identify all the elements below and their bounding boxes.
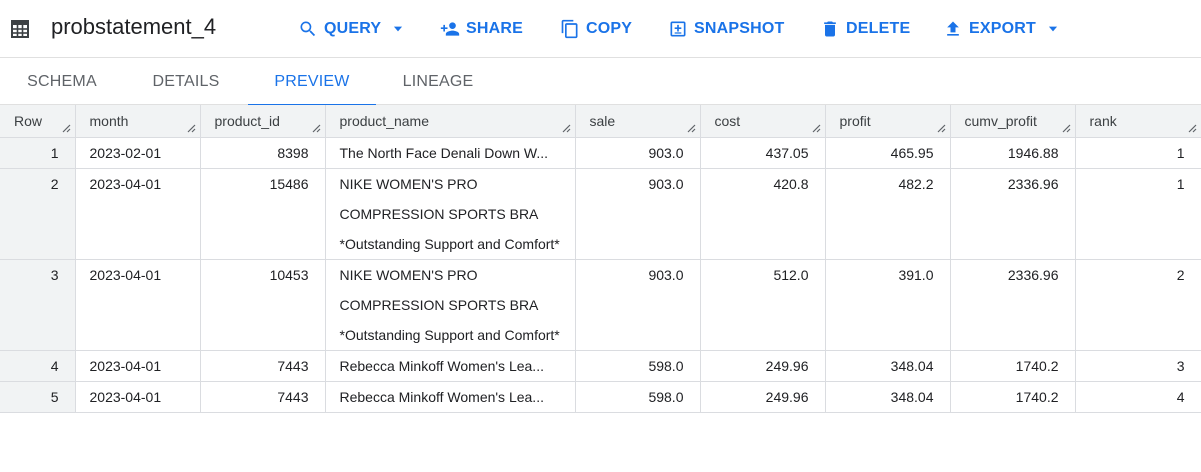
tab-details[interactable]: DETAILS xyxy=(124,59,248,105)
cell-profit: 465.95 xyxy=(825,137,951,169)
cell-rank: 2 xyxy=(1075,259,1201,351)
row-number: 2 xyxy=(0,168,76,260)
cell-sale: 598.0 xyxy=(575,350,701,382)
snapshot-icon xyxy=(670,21,686,37)
cell-product-name: The North Face Denali Down W... xyxy=(325,137,576,169)
cell-cost: 420.8 xyxy=(700,168,826,260)
tab-bar: SCHEMA DETAILS PREVIEW LINEAGE xyxy=(0,59,1201,106)
cell-product-name: NIKE WOMEN'S PRO COMPRESSION SPORTS BRA … xyxy=(325,259,576,351)
cell-product-id: 15486 xyxy=(200,168,326,260)
resize-handle-icon[interactable] xyxy=(311,123,321,133)
table-row: 3 2023-04-01 10453 NIKE WOMEN'S PRO COMP… xyxy=(0,259,1201,351)
column-header-product-id[interactable]: product_id xyxy=(200,105,326,138)
cell-product-id: 7443 xyxy=(200,350,326,382)
column-header-cumv-profit[interactable]: cumv_profit xyxy=(950,105,1076,138)
cell-cumv-profit: 1740.2 xyxy=(950,350,1076,382)
cell-product-id: 10453 xyxy=(200,259,326,351)
page-title: probstatement_4 xyxy=(51,14,217,39)
add-person-icon xyxy=(440,22,460,36)
cell-profit: 348.04 xyxy=(825,381,951,413)
share-button[interactable]: SHARE xyxy=(440,17,523,41)
column-header-row[interactable]: Row xyxy=(0,105,76,138)
query-label: QUERY xyxy=(324,20,382,37)
resize-handle-icon[interactable] xyxy=(1187,123,1197,133)
resize-handle-icon[interactable] xyxy=(811,123,821,133)
cell-cost: 437.05 xyxy=(700,137,826,169)
share-label: SHARE xyxy=(466,20,524,37)
copy-button[interactable]: COPY xyxy=(560,17,632,41)
tab-lineage[interactable]: LINEAGE xyxy=(376,59,500,105)
cell-rank: 4 xyxy=(1075,381,1201,413)
tab-preview[interactable]: PREVIEW xyxy=(248,59,376,106)
results-table: Row month product_id product_name sale c… xyxy=(0,105,1201,413)
resize-handle-icon[interactable] xyxy=(186,123,196,133)
cell-month: 2023-04-01 xyxy=(75,259,201,351)
tab-schema[interactable]: SCHEMA xyxy=(0,59,124,105)
table-icon xyxy=(11,20,29,38)
cell-cost: 512.0 xyxy=(700,259,826,351)
cell-product-id: 8398 xyxy=(200,137,326,169)
trash-icon xyxy=(824,21,836,37)
toolbar: probstatement_4 QUERY SHARE COPY SNAPSHO… xyxy=(0,0,1201,58)
chevron-down-icon xyxy=(1048,26,1058,32)
snapshot-label: SNAPSHOT xyxy=(694,20,785,37)
table-row: 1 2023-02-01 8398 The North Face Denali … xyxy=(0,137,1201,169)
cell-sale: 903.0 xyxy=(575,259,701,351)
cell-cumv-profit: 1740.2 xyxy=(950,381,1076,413)
cell-rank: 3 xyxy=(1075,350,1201,382)
cell-sale: 598.0 xyxy=(575,381,701,413)
cell-rank: 1 xyxy=(1075,137,1201,169)
cell-month: 2023-04-01 xyxy=(75,381,201,413)
resize-handle-icon[interactable] xyxy=(936,123,946,133)
resize-handle-icon[interactable] xyxy=(561,123,571,133)
column-header-profit[interactable]: profit xyxy=(825,105,951,138)
export-label: EXPORT xyxy=(969,20,1036,37)
column-header-sale[interactable]: sale xyxy=(575,105,701,138)
export-button[interactable]: EXPORT xyxy=(943,17,1060,41)
query-button[interactable]: QUERY xyxy=(298,17,405,41)
cell-sale: 903.0 xyxy=(575,168,701,260)
cell-sale: 903.0 xyxy=(575,137,701,169)
cell-cumv-profit: 2336.96 xyxy=(950,168,1076,260)
copy-icon xyxy=(561,19,578,39)
cell-product-name: Rebecca Minkoff Women's Lea... xyxy=(325,381,576,413)
resize-handle-icon[interactable] xyxy=(61,123,71,133)
table-header-row: Row month product_id product_name sale c… xyxy=(0,105,1201,138)
cell-month: 2023-04-01 xyxy=(75,350,201,382)
cell-cost: 249.96 xyxy=(700,381,826,413)
column-header-month[interactable]: month xyxy=(75,105,201,138)
column-header-rank[interactable]: rank xyxy=(1075,105,1201,138)
table-row: 5 2023-04-01 7443 Rebecca Minkoff Women'… xyxy=(0,381,1201,413)
row-number: 4 xyxy=(0,350,76,382)
cell-cost: 249.96 xyxy=(700,350,826,382)
upload-icon xyxy=(947,21,959,36)
cell-profit: 348.04 xyxy=(825,350,951,382)
delete-label: DELETE xyxy=(846,20,911,37)
cell-product-name: Rebecca Minkoff Women's Lea... xyxy=(325,350,576,382)
row-number: 5 xyxy=(0,381,76,413)
cell-cumv-profit: 1946.88 xyxy=(950,137,1076,169)
column-header-product-name[interactable]: product_name xyxy=(325,105,576,138)
cell-month: 2023-02-01 xyxy=(75,137,201,169)
cell-month: 2023-04-01 xyxy=(75,168,201,260)
cell-product-id: 7443 xyxy=(200,381,326,413)
chevron-down-icon xyxy=(394,26,403,32)
copy-label: COPY xyxy=(586,20,633,37)
delete-button[interactable]: DELETE xyxy=(820,17,910,41)
cell-profit: 391.0 xyxy=(825,259,951,351)
row-number: 3 xyxy=(0,259,76,351)
row-number: 1 xyxy=(0,137,76,169)
resize-handle-icon[interactable] xyxy=(1061,123,1071,133)
cell-rank: 1 xyxy=(1075,168,1201,260)
cell-profit: 482.2 xyxy=(825,168,951,260)
resize-handle-icon[interactable] xyxy=(686,123,696,133)
snapshot-button[interactable]: SNAPSHOT xyxy=(668,17,785,41)
search-icon xyxy=(300,21,316,37)
cell-product-name: NIKE WOMEN'S PRO COMPRESSION SPORTS BRA … xyxy=(325,168,576,260)
table-row: 4 2023-04-01 7443 Rebecca Minkoff Women'… xyxy=(0,350,1201,382)
cell-cumv-profit: 2336.96 xyxy=(950,259,1076,351)
column-header-cost[interactable]: cost xyxy=(700,105,826,138)
table-row: 2 2023-04-01 15486 NIKE WOMEN'S PRO COMP… xyxy=(0,168,1201,260)
